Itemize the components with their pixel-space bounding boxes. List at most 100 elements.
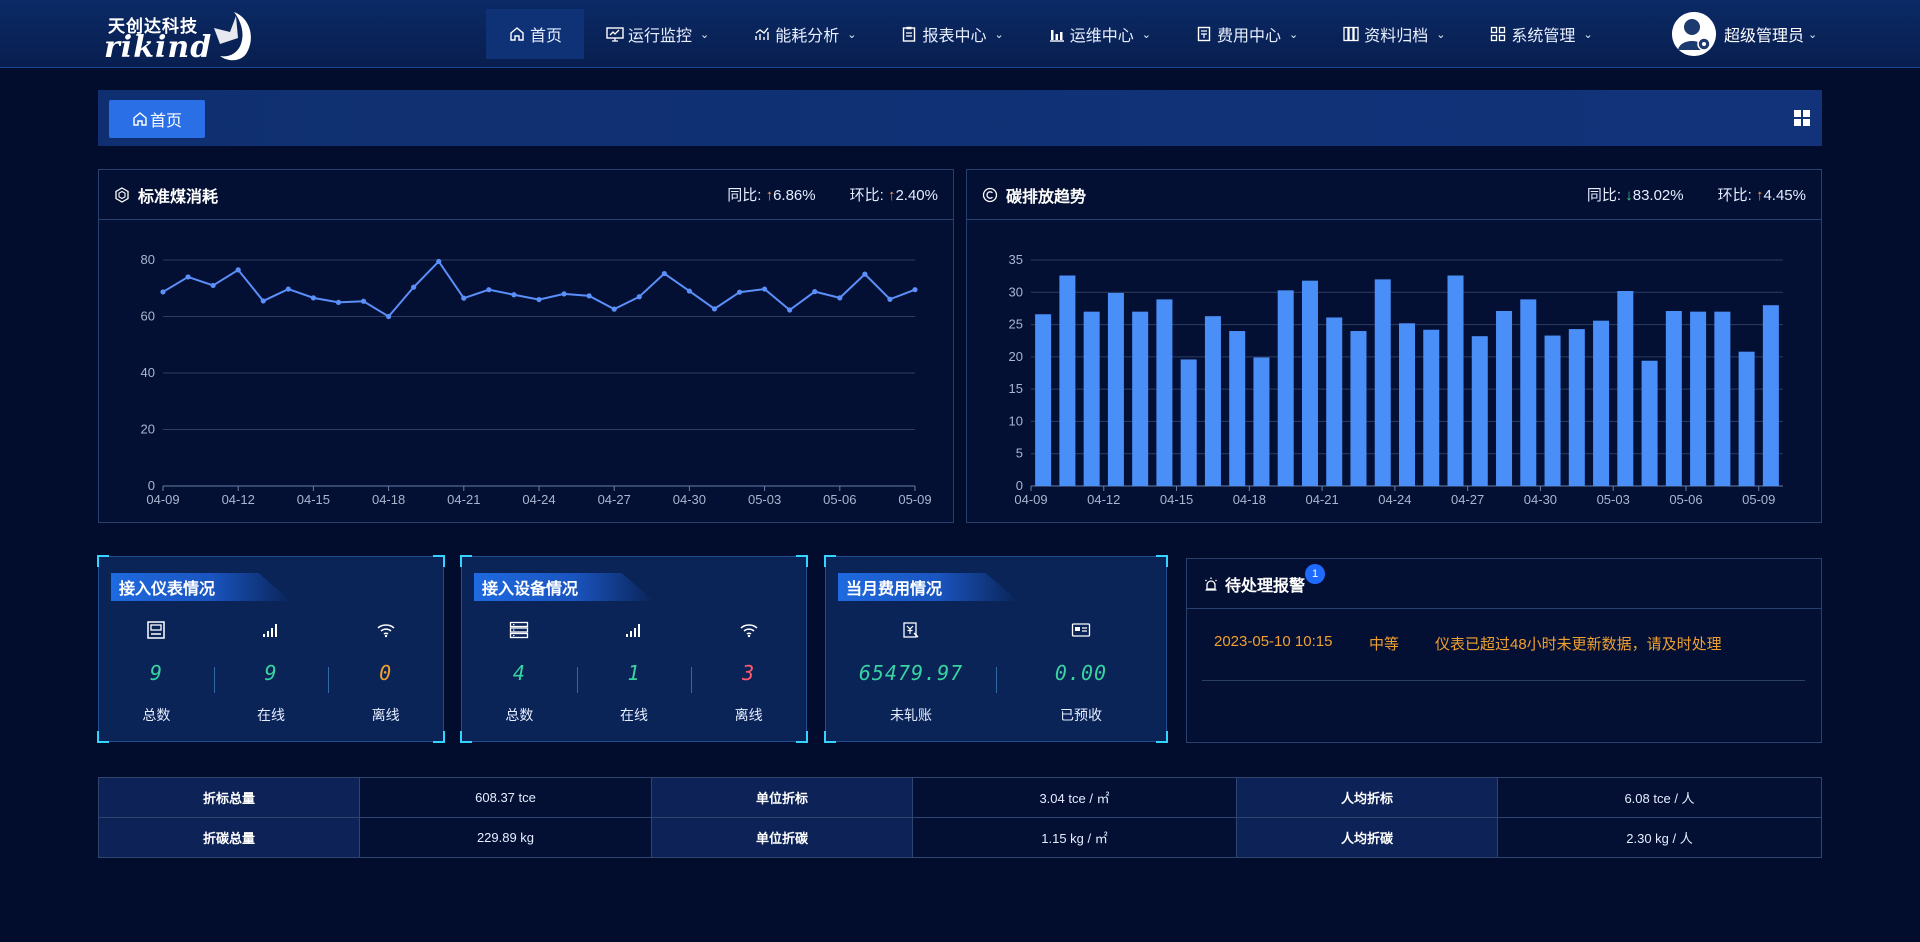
y-tick-label: 30 [1009,284,1023,299]
table-cell: 6.08 tce / 人 [1497,777,1822,818]
mom-label: 环比: [1717,187,1752,204]
table-header-cell: 折碳总量 [98,817,360,858]
user-name: 超级管理员 [1724,28,1805,45]
bar [1156,299,1173,486]
data-point [310,295,316,301]
data-point [686,288,693,294]
bar [1107,292,1124,486]
nav-label: 报表中心 [922,28,987,45]
panel-header: 标准煤消耗 同比: ↑6.86% 环比: ↑2.40% [99,170,953,220]
tab-home[interactable]: 首页 [109,100,205,138]
data-point [235,267,241,273]
stat-value: 65479.97 [858,661,964,685]
data-point [711,306,718,312]
analysis-icon [753,25,771,43]
top-navbar: 天创达科技 rikind 首页 运行监控 ⌄ 能耗分析 ⌄ 报表中心 ⌄ 运维中… [0,0,1920,68]
alarm-row[interactable]: 2023-05-10 10:15 中等 仪表已超过48小时未更新数据，请及时处理 [1202,633,1805,681]
panel-title: 待处理报警 [1225,577,1306,595]
nav-item-home[interactable]: 首页 [486,9,585,59]
data-point [185,274,191,280]
bar [1398,323,1416,486]
data-point [787,307,793,313]
nav-item-report-center[interactable]: 报表中心 ⌄ [878,9,1025,59]
mom-label: 环比: [849,187,884,204]
x-tick-label: 04-30 [1524,492,1557,507]
bill-icon [903,622,919,638]
card-title: 接入设备情况 [474,573,654,601]
home-icon [508,25,526,43]
stat-label: 在线 [620,707,648,723]
carbon-trend-panel: 碳排放趋势 同比: ↓83.02% 环比: ↑4.45% 0 5 10 15 20 25 3… [966,169,1822,523]
user-menu[interactable]: 超级管理员 ⌄ [1672,9,1817,59]
main-nav: 首页 运行监控 ⌄ 能耗分析 ⌄ 报表中心 ⌄ 运维中心 ⌄ 费用中心 ⌄ 资料… [486,9,1615,59]
data-point [611,306,617,312]
stat-label: 总数 [505,707,534,723]
card-icon [1071,623,1091,637]
alarm-message: 仪表已超过48小时未更新数据，请及时处理 [1435,636,1722,653]
alarm-count-badge: 1 [1305,564,1325,584]
stat-total: 9 总数 [99,619,214,725]
x-tick-label: 05-09 [1742,492,1775,507]
data-point [260,298,266,304]
device-access-card: 接入设备情况 4 总数 1 在线 3 离线 [460,555,808,743]
nav-item-energy-analysis[interactable]: 能耗分析 ⌄ [731,9,878,59]
data-point [461,295,467,301]
data-point [210,282,216,289]
table-header-cell: 单位折碳 [651,817,913,858]
table-cell: 608.37 tce [359,777,652,818]
bar [1083,311,1100,486]
table-header-cell: 单位折标 [651,777,913,818]
nav-item-ops-center[interactable]: 运维中心 ⌄ [1026,9,1173,59]
y-tick-label: 10 [1009,413,1023,428]
meter-access-card: 接入仪表情况 9 总数 9 在线 0 离线 [97,555,445,743]
nav-item-system-admin[interactable]: 系统管理 ⌄ [1467,9,1614,59]
bar [1301,280,1318,486]
archive-icon [1342,25,1360,43]
data-point [335,299,342,305]
x-tick-label: 04-15 [297,492,330,507]
table-header-cell: 人均折标 [1236,777,1498,818]
x-tick-label: 05-06 [1669,492,1702,507]
bar [1059,275,1076,486]
chevron-down-icon: ⌄ [1436,28,1446,41]
tab-label: 首页 [149,113,182,130]
x-tick-label: 04-27 [1451,492,1484,507]
yoy-label: 同比: [727,187,762,204]
avatar[interactable] [1672,12,1716,56]
stat-label: 未轧账 [890,707,932,723]
layout-grid-button[interactable] [1794,110,1810,126]
nav-item-fee-center[interactable]: 费用中心 ⌄ [1173,9,1320,59]
bar [1471,336,1488,486]
x-tick-label: 04-21 [447,492,480,507]
bar [1350,331,1367,486]
x-tick-label: 05-03 [1597,492,1630,507]
panel-header: 碳排放趋势 同比: ↓83.02% 环比: ↑4.45% [967,170,1821,220]
brand-logo[interactable]: 天创达科技 rikind [104,6,274,65]
data-point [736,289,743,295]
y-tick-label: 60 [141,309,155,324]
alarm-level: 中等 [1369,636,1400,653]
y-tick-label: 20 [1009,349,1023,364]
mom-value: 2.40% [895,187,938,204]
x-tick-label: 04-27 [598,492,631,507]
card-title: 接入仪表情况 [111,573,291,601]
x-tick-label: 05-03 [748,492,781,507]
stat-total: 4 总数 [462,619,577,725]
stat-online: 9 在线 [213,619,329,725]
stat-value: 9 [149,661,163,685]
stat-value: 1 [627,661,641,685]
nav-item-archive[interactable]: 资料归档 ⌄ [1320,9,1467,59]
nav-label: 资料归档 [1364,28,1429,45]
data-point [436,258,442,265]
bar [1544,335,1561,486]
data-point [762,286,768,292]
y-tick-label: 25 [1009,317,1023,332]
data-point [862,271,868,277]
signal-icon [626,624,640,637]
x-tick-label: 04-09 [1014,492,1047,507]
y-tick-label: 35 [1009,252,1023,267]
stat-label: 离线 [734,707,763,723]
nav-item-monitoring[interactable]: 运行监控 ⌄ [584,9,731,59]
bar [1520,299,1537,486]
x-tick-label: 04-12 [222,492,255,507]
